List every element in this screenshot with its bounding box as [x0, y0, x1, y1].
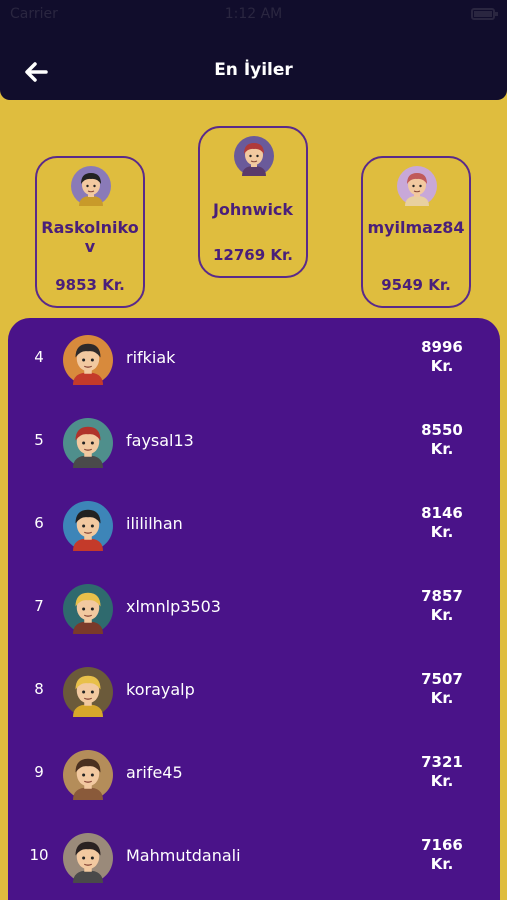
list-item[interactable]: 7 xlmnlp3503 7857 Kr. [8, 579, 500, 639]
battery-icon [471, 8, 498, 20]
avatar-icon [234, 136, 274, 176]
list-item[interactable]: 9 arife45 7321 Kr. [8, 745, 500, 805]
avatar-icon [63, 584, 113, 634]
score-unit: Kr. [430, 606, 454, 624]
podium-name: Raskolnikov [41, 218, 139, 256]
list-item[interactable]: 6 ilililhan 8146 Kr. [8, 496, 500, 556]
leaderboard-list[interactable]: 4 rifkiak 8996 Kr. 5 faysal13 8550 Kr. 6 i… [8, 318, 500, 900]
avatar-icon [63, 750, 113, 800]
score-label: 8550 Kr. [412, 421, 472, 459]
score-label: 7166 Kr. [412, 836, 472, 874]
podium-card-third[interactable]: myilmaz84 9549 Kr. [361, 156, 471, 308]
score-unit: Kr. [430, 357, 454, 375]
rank-number: 9 [34, 763, 44, 781]
rank-number: 4 [34, 348, 44, 366]
avatar-icon [63, 833, 113, 883]
score-label: 7507 Kr. [412, 670, 472, 708]
status-time: 1:12 AM [224, 6, 283, 22]
avatar-icon [63, 418, 113, 468]
avatar-icon [397, 166, 437, 206]
score-value: 8550 [421, 421, 463, 439]
score-label: 8146 Kr. [412, 504, 472, 542]
list-item[interactable]: 5 faysal13 8550 Kr. [8, 413, 500, 473]
rank-number: 10 [29, 846, 49, 864]
score-label: 7857 Kr. [412, 587, 472, 625]
score-unit: Kr. [430, 772, 454, 790]
score-value: 7166 [421, 836, 463, 854]
username: korayalp [126, 680, 195, 699]
list-item[interactable]: 8 korayalp 7507 Kr. [8, 662, 500, 722]
score-unit: Kr. [430, 855, 454, 873]
score-unit: Kr. [430, 689, 454, 707]
rank-number: 8 [34, 680, 44, 698]
score-value: 8146 [421, 504, 463, 522]
username: Mahmutdanali [126, 846, 241, 865]
username: ilililhan [126, 514, 183, 533]
podium-score: 12769 Kr. [213, 246, 293, 264]
avatar-icon [63, 667, 113, 717]
score-value: 7857 [421, 587, 463, 605]
podium-card-second[interactable]: Raskolnikov 9853 Kr. [35, 156, 145, 308]
status-bar: Carrier 1:12 AM [0, 0, 507, 28]
avatar-icon [71, 166, 111, 206]
podium-name: Johnwick [212, 200, 294, 219]
score-label: 7321 Kr. [412, 753, 472, 791]
username: arife45 [126, 763, 183, 782]
list-item[interactable]: 10 Mahmutdanali 7166 Kr. [8, 828, 500, 888]
page-title: En İyiler [214, 60, 293, 80]
rank-number: 5 [34, 431, 44, 449]
score-value: 8996 [421, 338, 463, 356]
score-label: 8996 Kr. [412, 338, 472, 376]
podium-score: 9853 Kr. [55, 276, 125, 294]
rank-number: 7 [34, 597, 44, 615]
avatar-icon [63, 335, 113, 385]
score-unit: Kr. [430, 523, 454, 541]
score-value: 7321 [421, 753, 463, 771]
podium-score: 9549 Kr. [381, 276, 451, 294]
podium-name: myilmaz84 [367, 218, 465, 237]
score-value: 7507 [421, 670, 463, 688]
username: rifkiak [126, 348, 176, 367]
score-unit: Kr. [430, 440, 454, 458]
username: faysal13 [126, 431, 194, 450]
username: xlmnlp3503 [126, 597, 221, 616]
podium-card-first[interactable]: Johnwick 12769 Kr. [198, 126, 308, 278]
avatar-icon [63, 501, 113, 551]
rank-number: 6 [34, 514, 44, 532]
list-item[interactable]: 4 rifkiak 8996 Kr. [8, 330, 500, 390]
header-bar: Carrier 1:12 AM En İyiler [0, 0, 507, 100]
